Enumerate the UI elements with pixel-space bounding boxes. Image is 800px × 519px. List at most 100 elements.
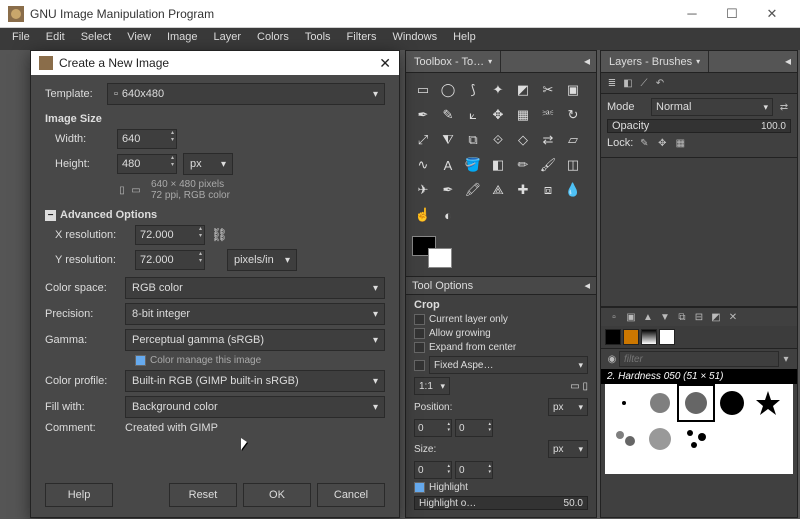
height-spinner[interactable]: 480 xyxy=(117,154,177,174)
tool-crop[interactable]: ⎃ xyxy=(537,104,559,126)
menu-layer[interactable]: Layer xyxy=(206,28,250,50)
brush-sw3[interactable] xyxy=(641,329,657,345)
tool-mypaint[interactable]: 🖍 xyxy=(462,179,484,201)
current-layer-checkbox[interactable] xyxy=(414,314,425,325)
undo-icon[interactable]: ↶ xyxy=(653,76,667,90)
brush-cell[interactable] xyxy=(715,386,749,420)
tool-foreground[interactable]: ▣ xyxy=(562,79,584,101)
mode-switch-icon[interactable]: ⇄ xyxy=(777,100,791,114)
comment-value[interactable]: Created with GIMP xyxy=(125,422,218,434)
tool-paths[interactable]: ✒ xyxy=(412,104,434,126)
xres-spinner[interactable]: 72.000 xyxy=(135,225,205,245)
tool-color-select[interactable]: ◩ xyxy=(512,79,534,101)
background-color[interactable] xyxy=(428,248,452,268)
tool-ink[interactable]: ✒ xyxy=(437,179,459,201)
size-unit-select[interactable]: px xyxy=(183,153,233,175)
res-unit-select[interactable]: pixels/in xyxy=(227,249,297,271)
tool-warp[interactable]: ∿ xyxy=(412,154,434,176)
tool-ellipse-select[interactable]: ◯ xyxy=(437,79,459,101)
expand-center-checkbox[interactable] xyxy=(414,342,425,353)
position-unit[interactable]: px xyxy=(548,398,588,416)
new-layer-icon[interactable]: ▫ xyxy=(607,310,621,324)
tool-measure[interactable]: ⟀ xyxy=(462,104,484,126)
tool-flip[interactable]: ⇄ xyxy=(537,129,559,151)
tool-gradient[interactable]: ◧ xyxy=(487,154,509,176)
tool-airbrush[interactable]: ✈ xyxy=(412,179,434,201)
tool-perspective-clone[interactable]: ⧈ xyxy=(537,179,559,201)
tool-cage[interactable]: ▱ xyxy=(562,129,584,151)
fill-select[interactable]: Background color xyxy=(125,396,385,418)
menu-select[interactable]: Select xyxy=(73,28,120,50)
pos-x-spinner[interactable]: 0 xyxy=(414,419,452,437)
gamma-select[interactable]: Perceptual gamma (sRGB) xyxy=(125,329,385,351)
brush-cell[interactable] xyxy=(643,422,677,456)
tool-text[interactable]: A xyxy=(437,154,459,176)
cancel-button[interactable]: Cancel xyxy=(317,483,385,507)
layers-icon[interactable]: ≣ xyxy=(605,76,619,90)
fixed-checkbox[interactable] xyxy=(414,360,425,371)
maximize-button[interactable]: ☐ xyxy=(712,0,752,28)
tool-rotate[interactable]: ↻ xyxy=(562,104,584,126)
opacity-slider[interactable]: Opacity100.0 xyxy=(607,119,791,133)
brush-cell[interactable] xyxy=(751,386,785,420)
width-spinner[interactable]: 640 xyxy=(117,129,177,149)
help-button[interactable]: Help xyxy=(45,483,113,507)
brush-cell[interactable] xyxy=(679,422,713,456)
close-button[interactable]: ✕ xyxy=(752,0,792,28)
highlight-checkbox[interactable] xyxy=(414,482,425,493)
brush-filter-input[interactable] xyxy=(619,351,779,367)
paths-icon[interactable]: ⟋ xyxy=(637,76,651,90)
tool-scissors[interactable]: ✂ xyxy=(537,79,559,101)
brush-cell[interactable] xyxy=(643,386,677,420)
menu-edit[interactable]: Edit xyxy=(38,28,73,50)
tool-eraser[interactable]: ◫ xyxy=(562,154,584,176)
lock-position-icon[interactable]: ✥ xyxy=(655,136,669,150)
tool-shear[interactable]: ⧨ xyxy=(437,129,459,151)
menu-colors[interactable]: Colors xyxy=(249,28,297,50)
merge-layer-icon[interactable]: ⊟ xyxy=(692,310,706,324)
tool-move[interactable]: ✥ xyxy=(487,104,509,126)
ratio-field[interactable]: 1:1 xyxy=(414,377,450,395)
menu-image[interactable]: Image xyxy=(159,28,206,50)
mode-select[interactable]: Normal xyxy=(651,98,773,116)
dialog-close-button[interactable]: ✕ xyxy=(379,55,391,72)
tool-free-select[interactable]: ⟆ xyxy=(462,79,484,101)
lower-layer-icon[interactable]: ▼ xyxy=(658,310,672,324)
collapse-toggle[interactable]: − xyxy=(45,210,56,221)
menu-help[interactable]: Help xyxy=(445,28,484,50)
toolbox-menu-button[interactable]: ◂ xyxy=(578,51,596,72)
minimize-button[interactable]: ─ xyxy=(672,0,712,28)
color-swatches[interactable] xyxy=(412,236,456,272)
brush-sw2[interactable] xyxy=(623,329,639,345)
brush-sw1[interactable] xyxy=(605,329,621,345)
brush-grid[interactable] xyxy=(605,384,793,474)
tool-rect-select[interactable]: ▭ xyxy=(412,79,434,101)
tool-color-picker[interactable]: ✎ xyxy=(437,104,459,126)
tool-handle[interactable]: ◇ xyxy=(512,129,534,151)
brush-cell[interactable] xyxy=(607,422,641,456)
precision-select[interactable]: 8-bit integer xyxy=(125,303,385,325)
tool-paintbrush[interactable]: 🖌 xyxy=(537,154,559,176)
orientation-portrait-icon[interactable]: ▯ xyxy=(115,183,129,197)
color-manage-checkbox[interactable] xyxy=(135,355,146,366)
link-icon[interactable]: ⛓ xyxy=(211,227,228,243)
orient-icons[interactable]: ▭ ▯ xyxy=(570,381,588,392)
tool-align[interactable]: ▦ xyxy=(512,104,534,126)
toolbox-tab[interactable]: Toolbox - To… xyxy=(406,51,501,72)
brush-sw4[interactable] xyxy=(659,329,675,345)
channels-icon[interactable]: ◧ xyxy=(621,76,635,90)
raise-layer-icon[interactable]: ▲ xyxy=(641,310,655,324)
tool-dodge[interactable]: ◐ xyxy=(437,204,459,226)
menu-tools[interactable]: Tools xyxy=(297,28,339,50)
brush-cell-selected[interactable] xyxy=(679,386,713,420)
layers-menu-button[interactable]: ◂ xyxy=(779,51,797,72)
tool-heal[interactable]: ✚ xyxy=(512,179,534,201)
delete-layer-icon[interactable]: ✕ xyxy=(726,310,740,324)
fixed-select[interactable]: Fixed Aspe… xyxy=(429,356,588,374)
brush-preview-icon[interactable]: ◉ xyxy=(605,352,619,366)
new-group-icon[interactable]: ▣ xyxy=(624,310,638,324)
tool-pencil[interactable]: ✏ xyxy=(512,154,534,176)
menu-windows[interactable]: Windows xyxy=(384,28,445,50)
ok-button[interactable]: OK xyxy=(243,483,311,507)
tool-blur[interactable]: 💧 xyxy=(562,179,584,201)
